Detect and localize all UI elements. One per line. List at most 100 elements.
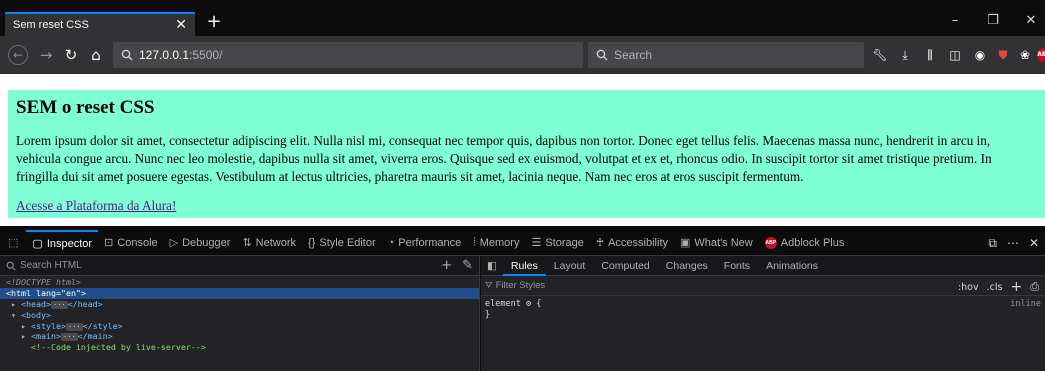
- collapsed-dots-icon[interactable]: ···: [65, 322, 83, 331]
- collapse-arrow-icon[interactable]: ▾: [11, 310, 16, 320]
- tab-accessibility[interactable]: ♰ Accessibility: [590, 230, 674, 256]
- web-page: SEM o reset CSS Lorem ipsum dolor sit am…: [0, 74, 1045, 226]
- tab-layout[interactable]: Layout: [546, 256, 594, 276]
- rule-close: }: [485, 310, 491, 320]
- tab-changes[interactable]: Changes: [658, 256, 716, 276]
- accessibility-icon: ♰: [595, 237, 605, 249]
- account-icon[interactable]: ◉: [971, 46, 989, 64]
- network-icon: ⇅: [242, 237, 252, 249]
- page-paragraph: Lorem ipsum dolor sit amet, consectetur …: [16, 133, 992, 184]
- tab-strip: Sem reset CSS ✕ + – ❐ ✕: [0, 0, 1045, 36]
- tree-html[interactable]: <html lang="en">: [0, 287, 479, 299]
- tree-head[interactable]: ▸ <head> ··· </head>: [0, 299, 479, 310]
- add-rule-icon[interactable]: +: [1010, 279, 1022, 295]
- tree-comment[interactable]: <!--Code injected by live-server-->: [0, 342, 479, 353]
- inspector-icon: ▢: [32, 238, 43, 250]
- more-options-icon[interactable]: ⋯: [1007, 236, 1019, 250]
- tab-computed[interactable]: Computed: [593, 256, 657, 276]
- debugger-icon: ▷: [169, 237, 179, 249]
- pick-element-icon[interactable]: ⬚: [0, 230, 26, 256]
- shield-icon[interactable]: ⛊: [994, 46, 1012, 64]
- performance-icon: ◔: [387, 236, 395, 249]
- home-icon[interactable]: ⌂: [86, 45, 106, 65]
- collapsed-dots-icon[interactable]: ···: [60, 333, 78, 342]
- sidebar-icon[interactable]: ◫: [946, 46, 964, 64]
- gift-icon: ▣: [680, 237, 691, 249]
- hov-button[interactable]: :hov: [958, 282, 979, 293]
- tab-animations[interactable]: Animations: [758, 256, 826, 276]
- close-window-icon[interactable]: ✕: [1021, 13, 1041, 28]
- memory-icon: ⦙: [473, 236, 476, 248]
- tree-main[interactable]: ▸ <main> ··· </main>: [0, 331, 479, 342]
- back-icon[interactable]: ←: [8, 45, 28, 65]
- minimize-icon[interactable]: –: [945, 13, 965, 28]
- wrench-icon[interactable]: 🔧︎: [871, 46, 889, 64]
- rule-selector: element: [485, 299, 521, 309]
- print-simulation-icon[interactable]: ⎙: [1030, 280, 1039, 294]
- devtools-toolbar: ⬚ ▢ Inspector ⊡ Console ▷ Debugger ⇅ Network…: [0, 229, 1045, 256]
- new-tab-button[interactable]: +: [203, 12, 225, 34]
- library-icon[interactable]: ⫼: [921, 46, 939, 64]
- style-editor-icon: {}: [308, 236, 316, 249]
- eyedropper-icon[interactable]: ✎: [462, 258, 473, 273]
- html-search-input[interactable]: [20, 260, 320, 271]
- tab-network[interactable]: ⇅ Network: [236, 230, 302, 256]
- toggle-sidebar-icon[interactable]: ◧: [481, 256, 503, 276]
- search-icon: [6, 261, 16, 271]
- browser-tab[interactable]: Sem reset CSS ✕: [5, 12, 195, 36]
- close-devtools-icon[interactable]: ✕: [1029, 236, 1039, 250]
- download-icon[interactable]: ⤓: [896, 46, 914, 64]
- tab-memory[interactable]: ⦙ Memory: [467, 230, 525, 256]
- markup-pane: + ✎ <!DOCTYPE html> <html lang="en"> ▸ <…: [0, 256, 480, 371]
- url-bar[interactable]: 127.0.0.1:5500/: [113, 42, 583, 68]
- rule-source[interactable]: inline: [1010, 299, 1041, 310]
- extension-icon[interactable]: ❀: [1016, 46, 1034, 64]
- tree-style[interactable]: ▸ <style> ··· </style>: [0, 321, 479, 332]
- search-icon: [121, 49, 133, 61]
- tab-inspector[interactable]: ▢ Inspector: [26, 229, 99, 256]
- alura-link[interactable]: Acesse a Plataforma da Alura!: [16, 198, 176, 214]
- main-content: SEM o reset CSS Lorem ipsum dolor sit am…: [8, 90, 1045, 218]
- element-rule: element ⚙ { } inline: [485, 299, 1041, 320]
- markup-tree: <!DOCTYPE html> <html lang="en"> ▸ <head…: [0, 276, 479, 353]
- filter-styles-bar: ⛛ :hov .cls + ⎙: [481, 276, 1045, 296]
- search-input[interactable]: [614, 48, 814, 62]
- collapsed-dots-icon[interactable]: ···: [50, 300, 68, 309]
- reload-icon[interactable]: ↻: [61, 45, 81, 65]
- tab-console[interactable]: ⊡ Console: [98, 230, 164, 256]
- storage-icon: ☰: [531, 237, 542, 249]
- tab-rules[interactable]: Rules: [502, 256, 546, 276]
- tab-storage[interactable]: ☰ Storage: [525, 230, 589, 256]
- filter-styles-input[interactable]: [495, 280, 628, 291]
- tab-fonts[interactable]: Fonts: [716, 256, 758, 276]
- tree-doctype[interactable]: <!DOCTYPE html>: [0, 277, 479, 288]
- tab-whats-new[interactable]: ▣ What's New: [674, 230, 759, 256]
- sidebar-tabs: ◧ Rules Layout Computed Changes Fonts An…: [481, 256, 1045, 276]
- nav-bar: ← → ↻ ⌂ 127.0.0.1:5500/ 🔧︎ ⤓ ⫼ ◫ ◉ ⛊ ❀ A…: [0, 36, 1045, 74]
- tab-title: Sem reset CSS: [13, 19, 89, 31]
- search-icon: [596, 49, 608, 61]
- forward-icon[interactable]: →: [36, 45, 56, 65]
- url-path: :5500/: [189, 48, 223, 62]
- tree-body[interactable]: ▾ <body>: [0, 310, 479, 321]
- expand-arrow-icon[interactable]: ▸: [11, 299, 16, 309]
- close-tab-icon[interactable]: ✕: [175, 18, 187, 32]
- html-search-bar: + ✎: [0, 256, 479, 276]
- url-host: 127.0.0.1: [139, 48, 190, 62]
- search-bar[interactable]: [588, 42, 864, 68]
- expand-arrow-icon[interactable]: ▸: [21, 321, 26, 331]
- tab-performance[interactable]: ◔ Performance: [382, 230, 468, 256]
- adblock-icon[interactable]: ABP: [1037, 48, 1045, 62]
- tab-adblock-plus[interactable]: ABP Adblock Plus: [759, 230, 851, 256]
- add-node-icon[interactable]: +: [441, 258, 452, 273]
- gear-icon[interactable]: ⚙: [526, 299, 531, 309]
- restore-icon[interactable]: ❐: [983, 13, 1003, 28]
- cls-button[interactable]: .cls: [987, 282, 1003, 293]
- dock-icon[interactable]: ⧉: [988, 236, 997, 251]
- devtools-controls: ⧉ ⋯ ✕: [988, 230, 1039, 256]
- tab-debugger[interactable]: ▷ Debugger: [164, 230, 237, 256]
- adblock-icon: ABP: [764, 236, 777, 249]
- tab-style-editor[interactable]: {} Style Editor: [302, 230, 382, 256]
- expand-arrow-icon[interactable]: ▸: [21, 331, 26, 341]
- console-icon: ⊡: [104, 237, 114, 249]
